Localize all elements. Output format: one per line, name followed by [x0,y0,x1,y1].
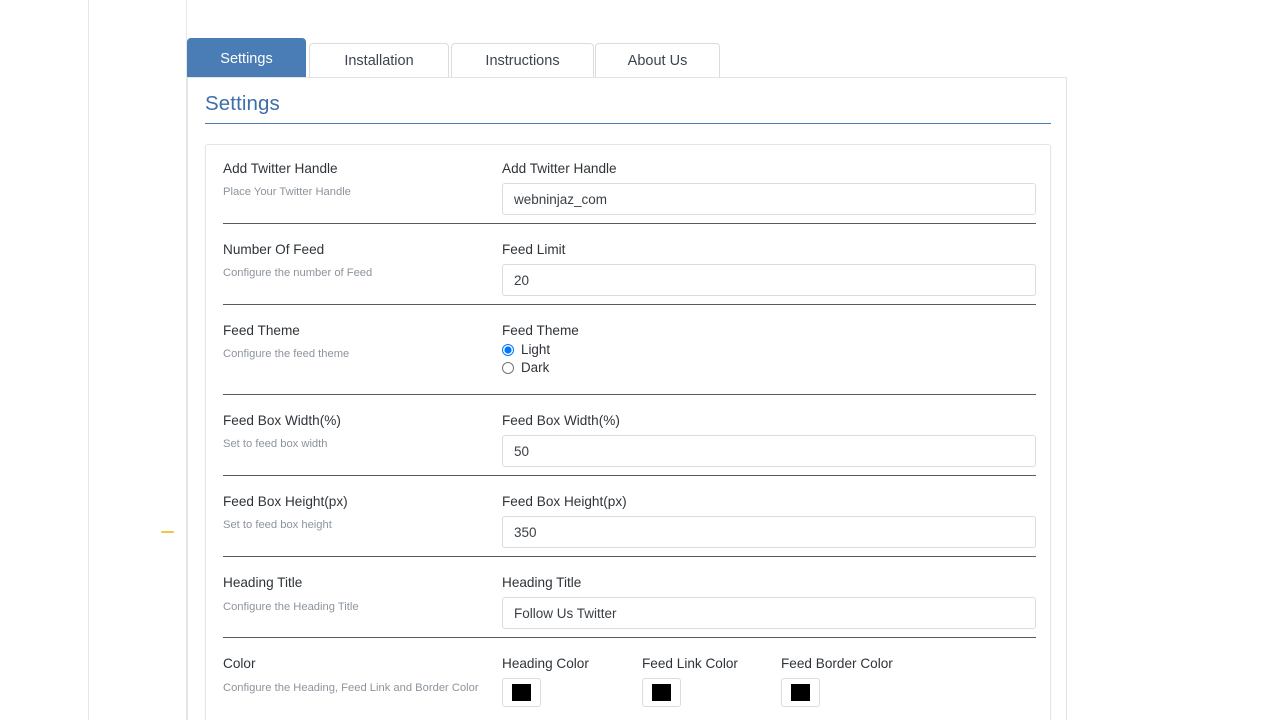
settings-card: Add Twitter Handle Place Your Twitter Ha… [205,144,1051,720]
feed-limit-field-label: Feed Limit [502,242,565,257]
twitter-handle-input[interactable] [502,183,1036,215]
feed-border-color-swatch-button[interactable] [781,678,820,707]
row-separator-5 [223,556,1036,557]
tab-instructions[interactable]: Instructions [451,43,594,78]
row-color-description: Configure the Heading, Feed Link and Bor… [223,682,479,694]
row-heading-title-title: Heading Title [223,575,302,590]
row-feed-box-width-description: Set to feed box width [223,438,327,450]
left-rail-outer [88,0,89,720]
row-separator-1 [223,223,1036,224]
feed-link-color-label: Feed Link Color [642,656,738,671]
row-separator-3 [223,394,1036,395]
row-feed-box-height-description: Set to feed box height [223,519,332,531]
feed-link-color-swatch-button[interactable] [642,678,681,707]
feed-theme-option-light[interactable]: Light [502,342,550,357]
feed-box-width-field-label: Feed Box Width(%) [502,413,620,428]
twitter-handle-field-label: Add Twitter Handle [502,161,617,176]
row-twitter-handle-title: Add Twitter Handle [223,161,338,176]
collapsed-menu-indicator [161,531,174,533]
feed-box-width-input[interactable] [502,435,1036,467]
app-root: Settings Installation Instructions About… [0,0,1280,720]
row-twitter-handle-description: Place Your Twitter Handle [223,186,351,198]
heading-color-swatch-button[interactable] [502,678,541,707]
tab-settings[interactable]: Settings [187,38,306,78]
row-heading-title-description: Configure the Heading Title [223,601,359,613]
tab-settings-label: Settings [220,51,272,67]
heading-title-field-label: Heading Title [502,575,581,590]
tab-installation[interactable]: Installation [309,43,449,78]
row-feed-theme-title: Feed Theme [223,323,300,338]
tab-instructions-label: Instructions [485,53,559,69]
feed-limit-input[interactable] [502,264,1036,296]
feed-border-color-label: Feed Border Color [781,656,893,671]
row-feed-box-width-title: Feed Box Width(%) [223,413,341,428]
feed-theme-option-light-label: Light [521,342,550,357]
feed-theme-radio-dark[interactable] [502,362,514,374]
row-number-of-feed-description: Configure the number of Feed [223,267,372,279]
tab-bar: Settings Installation Instructions About… [187,38,1067,78]
heading-color-label: Heading Color [502,656,589,671]
heading-title-input[interactable] [502,597,1036,629]
row-feed-box-height-title: Feed Box Height(px) [223,494,348,509]
row-number-of-feed-title: Number Of Feed [223,242,324,257]
page-title: Settings [205,92,280,116]
feed-theme-option-dark-label: Dark [521,360,549,375]
tab-about-us-label: About Us [628,53,688,69]
feed-link-color-chip [652,684,671,701]
row-separator-4 [223,475,1036,476]
feed-theme-field-label: Feed Theme [502,323,579,338]
row-color-title: Color [223,656,255,671]
page-title-underline [205,123,1051,124]
tab-about-us[interactable]: About Us [595,43,720,78]
feed-theme-option-dark[interactable]: Dark [502,360,549,375]
feed-theme-radio-light[interactable] [502,344,514,356]
settings-panel: Settings Add Twitter Handle Place Your T… [187,77,1067,720]
feed-box-height-input[interactable] [502,516,1036,548]
feed-box-height-field-label: Feed Box Height(px) [502,494,627,509]
row-separator-2 [223,304,1036,305]
heading-color-chip [512,684,531,701]
row-feed-theme-description: Configure the feed theme [223,348,349,360]
tab-installation-label: Installation [344,53,413,69]
row-separator-6 [223,637,1036,638]
feed-border-color-chip [791,684,810,701]
